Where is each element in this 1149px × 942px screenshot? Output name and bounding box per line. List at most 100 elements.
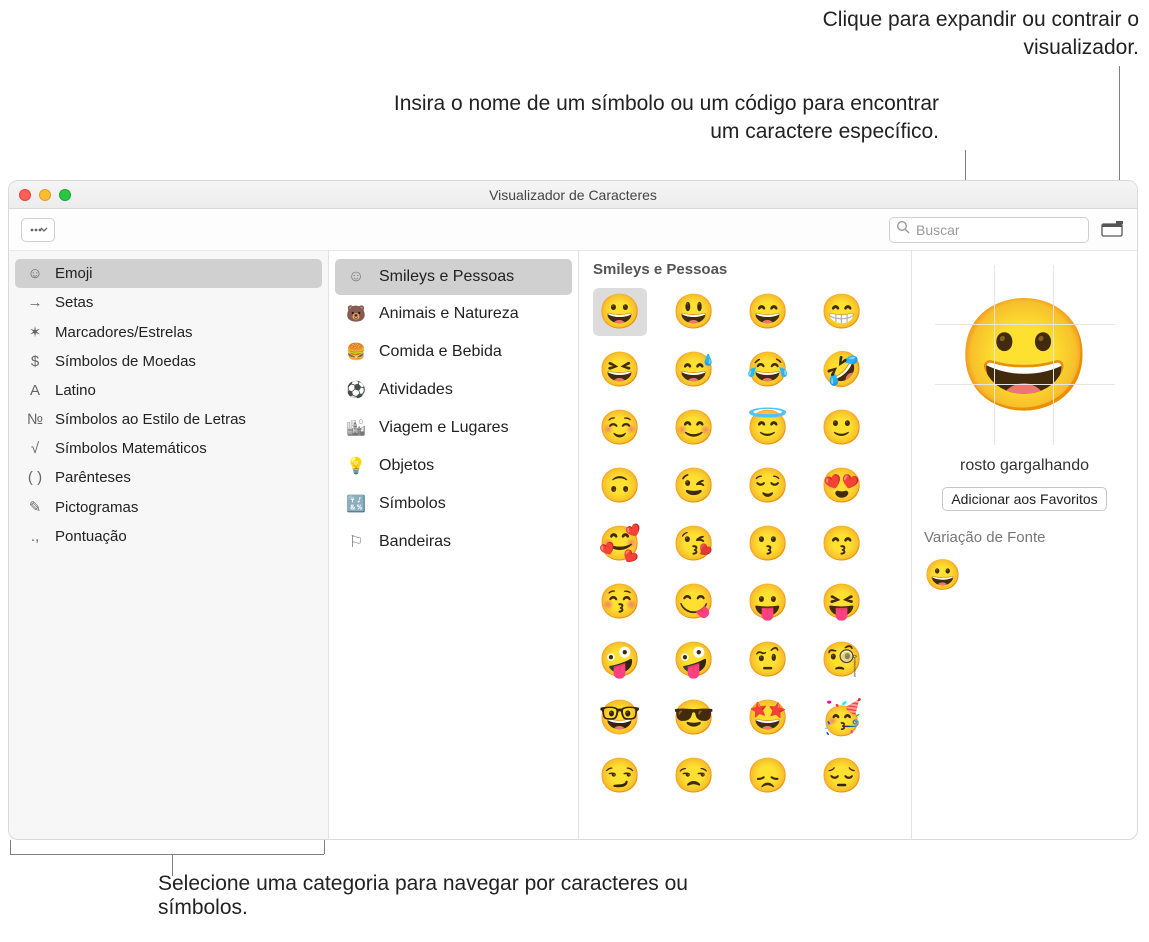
subcategory-item-icon: 🐻 xyxy=(345,304,367,324)
sidebar-item-icon: ( ) xyxy=(25,469,45,486)
subcategory-item-icon: 🔣 xyxy=(345,494,367,514)
emoji-cell[interactable]: 🧐 xyxy=(815,636,869,684)
sidebar-item-2[interactable]: ✶Marcadores/Estrelas xyxy=(15,317,322,347)
subcategory-item-label: Atividades xyxy=(379,381,453,399)
subcategory-item-5[interactable]: 💡 Objetos xyxy=(335,447,572,485)
emoji-cell[interactable]: 😗 xyxy=(741,520,795,568)
subcategory-item-label: Comida e Bebida xyxy=(379,343,502,361)
sidebar-item-icon: ✎ xyxy=(25,498,45,516)
category-sidebar: ☺Emoji→Setas✶Marcadores/Estrelas$Símbolo… xyxy=(9,251,329,839)
font-variation-glyph[interactable]: 😀 xyxy=(924,558,961,593)
sidebar-item-label: Pictogramas xyxy=(55,499,138,516)
emoji-cell[interactable]: 🤓 xyxy=(593,694,647,742)
sidebar-item-label: Parênteses xyxy=(55,469,131,486)
sidebar-item-label: Símbolos de Moedas xyxy=(55,353,196,370)
emoji-cell[interactable]: 😎 xyxy=(667,694,721,742)
subcategory-item-2[interactable]: 🍔 Comida e Bebida xyxy=(335,333,572,371)
subcategory-item-7[interactable]: ⚐Bandeiras xyxy=(335,523,572,561)
font-variation-title: Variação de Fonte xyxy=(924,529,1045,546)
sidebar-item-label: Emoji xyxy=(55,265,93,282)
subcategory-item-4[interactable]: 🏙 Viagem e Lugares xyxy=(335,409,572,447)
emoji-cell[interactable]: 😃 xyxy=(667,288,721,336)
subcategory-item-icon: 💡 xyxy=(345,456,367,476)
emoji-cell[interactable]: 😔 xyxy=(815,752,869,800)
sidebar-item-icon: ., xyxy=(25,528,45,545)
emoji-cell[interactable]: 😘 xyxy=(667,520,721,568)
actions-menu-button[interactable] xyxy=(21,218,55,242)
emoji-cell[interactable]: ☺️ xyxy=(593,404,647,452)
emoji-cell[interactable]: 😙 xyxy=(815,520,869,568)
emoji-cell[interactable]: 🤨 xyxy=(741,636,795,684)
subcategory-item-3[interactable]: ⚽Atividades xyxy=(335,371,572,409)
subcategory-list: ☺Smileys e Pessoas🐻Animais e Natureza 🍔 Co… xyxy=(329,251,579,839)
callout-expand: Clique para expandir ou contrair o visua… xyxy=(739,6,1139,63)
subcategory-item-icon: ⚐ xyxy=(345,532,367,552)
emoji-cell[interactable]: 😄 xyxy=(741,288,795,336)
emoji-cell[interactable]: 😋 xyxy=(667,578,721,626)
search-input[interactable] xyxy=(916,222,1097,238)
sidebar-item-6[interactable]: √Símbolos Matemáticos xyxy=(15,434,322,463)
sidebar-item-1[interactable]: →Setas xyxy=(15,288,322,317)
emoji-cell[interactable]: 😅 xyxy=(667,346,721,394)
emoji-cell[interactable]: 😝 xyxy=(815,578,869,626)
character-preview: 😀 xyxy=(935,265,1115,445)
emoji-cell[interactable]: 😁 xyxy=(815,288,869,336)
sidebar-item-icon: A xyxy=(25,382,45,399)
emoji-cell[interactable]: 😌 xyxy=(741,462,795,510)
sidebar-item-9[interactable]: ., Pontuação xyxy=(15,522,322,551)
emoji-cell[interactable]: 😇 xyxy=(741,404,795,452)
callout-category: Selecione uma categoria para navegar por… xyxy=(158,872,758,920)
sidebar-item-label: Setas xyxy=(55,294,93,311)
emoji-cell[interactable]: 🥳 xyxy=(815,694,869,742)
emoji-cell[interactable]: 😉 xyxy=(667,462,721,510)
subcategory-item-label: Objetos xyxy=(379,457,434,475)
window-body: ☺Emoji→Setas✶Marcadores/Estrelas$Símbolo… xyxy=(9,251,1137,839)
emoji-cell[interactable]: 😍 xyxy=(815,462,869,510)
sidebar-item-label: Latino xyxy=(55,382,96,399)
detail-pane: 😀 rosto gargalhando Adicionar aos Favori… xyxy=(912,251,1137,839)
emoji-cell[interactable]: 🤩 xyxy=(741,694,795,742)
sidebar-item-5[interactable]: №Símbolos ao Estilo de Letras xyxy=(15,405,322,434)
emoji-cell[interactable]: 😚 xyxy=(593,578,647,626)
emoji-cell[interactable]: 😂 xyxy=(741,346,795,394)
subcategory-item-6[interactable]: 🔣 Símbolos xyxy=(335,485,572,523)
emoji-cell[interactable]: 🥰 xyxy=(593,520,647,568)
character-name: rosto gargalhando xyxy=(960,457,1089,475)
emoji-cell[interactable]: 😊 xyxy=(667,404,721,452)
subcategory-item-icon: 🍔 xyxy=(345,342,367,362)
sidebar-item-label: Pontuação xyxy=(55,528,127,545)
search-icon xyxy=(896,220,910,239)
emoji-cell[interactable]: 🙃 xyxy=(593,462,647,510)
callout-search: Insira o nome de um símbolo ou um código… xyxy=(379,90,939,147)
subcategory-item-label: Smileys e Pessoas xyxy=(379,268,514,286)
emoji-cell[interactable]: 🤪 xyxy=(667,636,721,684)
emoji-cell[interactable]: 😞 xyxy=(741,752,795,800)
sidebar-item-4[interactable]: A Latino xyxy=(15,376,322,405)
subcategory-item-0[interactable]: ☺Smileys e Pessoas xyxy=(335,259,572,295)
window-title: Visualizador de Caracteres xyxy=(9,187,1137,203)
emoji-cell[interactable]: 😒 xyxy=(667,752,721,800)
bracket-right-v xyxy=(324,840,325,854)
emoji-grid: 😀 😃 😄 😁 😆 😅 😂 🤣 ☺️ 😊 😇 🙂 🙃 😉 😌 😍 🥰 😘 😗 😙 😚 😋 😛 😝 🤪 🤪 🤨 🧐 🤓 😎 🤩 🥳 😏 😒 😞 😔 xyxy=(593,288,897,800)
search-field[interactable] xyxy=(889,217,1089,243)
sidebar-item-0[interactable]: ☺Emoji xyxy=(15,259,322,288)
emoji-cell[interactable]: 😀 xyxy=(593,288,647,336)
sidebar-item-icon: № xyxy=(25,411,45,428)
sidebar-item-7[interactable]: ( ) Parênteses xyxy=(15,463,322,492)
emoji-cell[interactable]: 🤪 xyxy=(593,636,647,684)
subcategory-item-label: Viagem e Lugares xyxy=(379,419,509,437)
expand-collapse-button[interactable] xyxy=(1099,219,1125,241)
emoji-cell[interactable]: 😏 xyxy=(593,752,647,800)
titlebar: Visualizador de Caracteres xyxy=(9,181,1137,209)
add-to-favorites-button[interactable]: Adicionar aos Favoritos xyxy=(942,487,1106,511)
emoji-cell[interactable]: 🙂 xyxy=(815,404,869,452)
subcategory-item-1[interactable]: 🐻Animais e Natureza xyxy=(335,295,572,333)
grid-section-title: Smileys e Pessoas xyxy=(593,261,897,278)
emoji-cell[interactable]: 😆 xyxy=(593,346,647,394)
sidebar-item-8[interactable]: ✎ Pictogramas xyxy=(15,492,322,522)
emoji-cell[interactable]: 😛 xyxy=(741,578,795,626)
subcategory-item-icon: 🏙 xyxy=(345,418,367,438)
emoji-cell[interactable]: 🤣 xyxy=(815,346,869,394)
sidebar-item-3[interactable]: $Símbolos de Moedas xyxy=(15,347,322,376)
subcategory-item-label: Símbolos xyxy=(379,495,446,513)
